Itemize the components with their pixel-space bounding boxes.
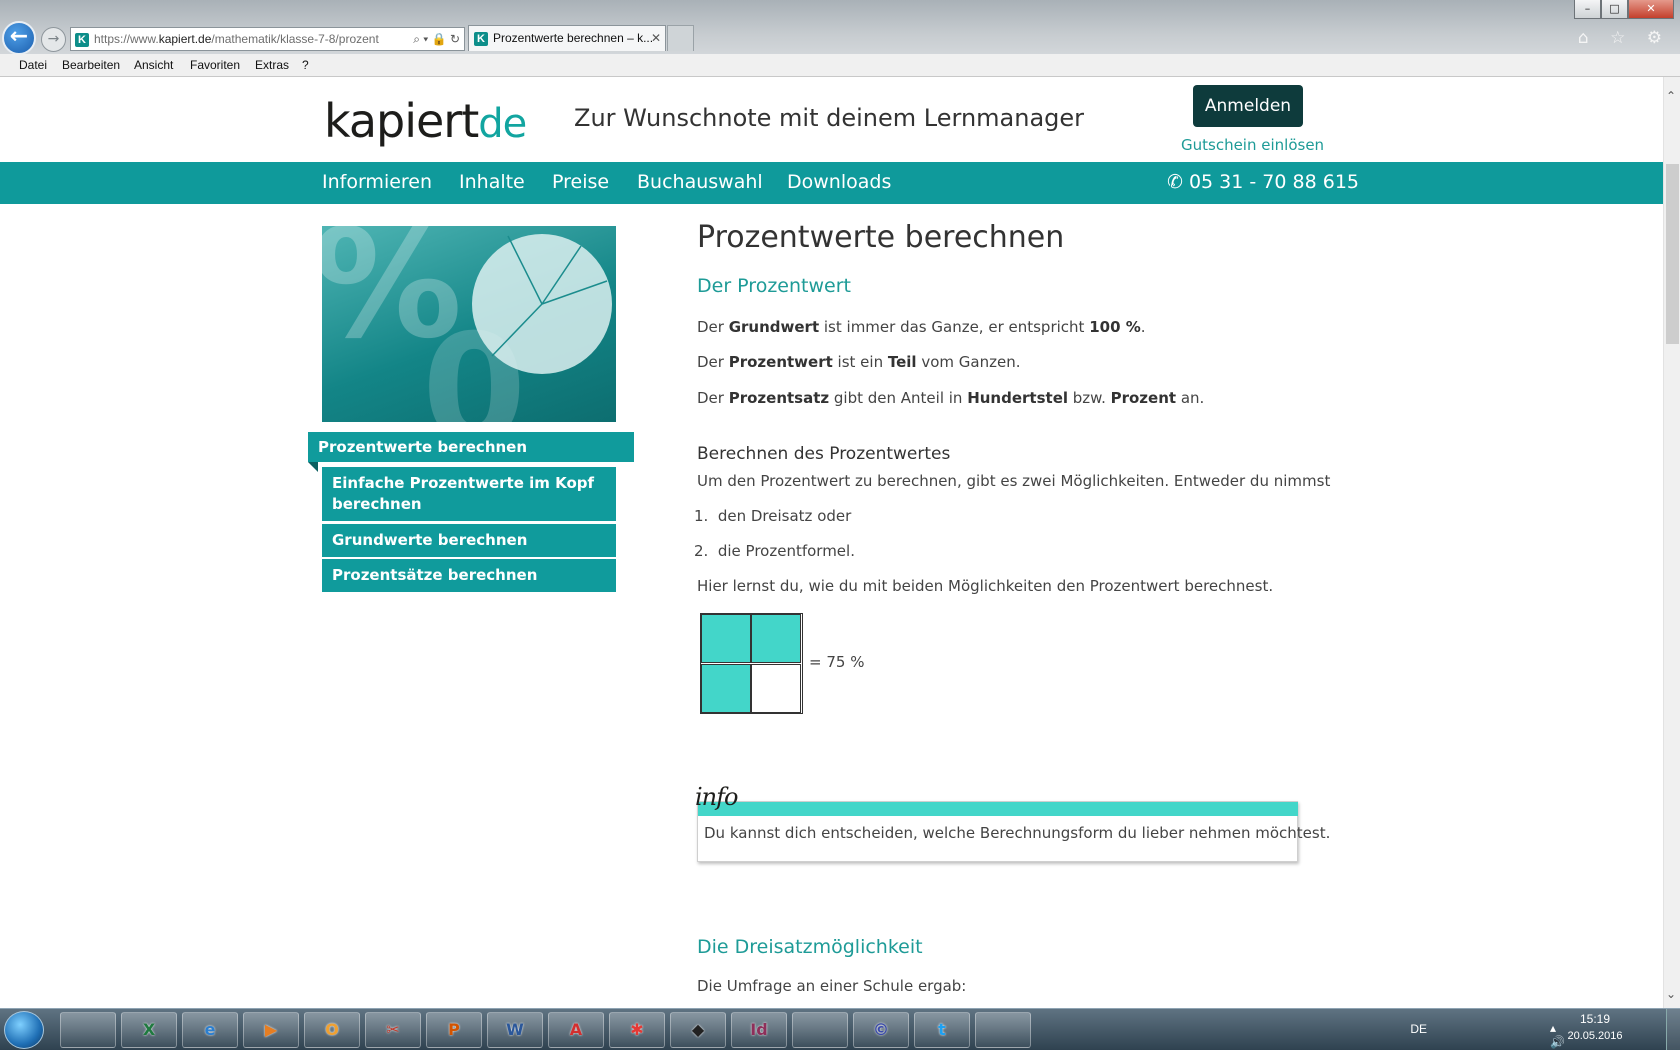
info-bar [698,802,1298,816]
percent-grid-75 [700,613,803,714]
excel-icon[interactable]: X [121,1012,177,1048]
back-button[interactable]: ← [2,21,36,55]
grid-cell-filled [751,614,801,663]
grid-cell-empty [751,664,801,713]
menu-help[interactable]: ? [302,58,309,72]
percent-pie-illustration: % 0 [322,226,612,422]
list-item: 1. den Dreisatz oder [694,507,852,525]
hero-image: % 0 [322,226,616,422]
scroll-up-icon[interactable]: ⌃ [1666,89,1676,103]
twitter-icon[interactable]: t [914,1012,970,1048]
scroll-down-icon[interactable]: ⌄ [1666,987,1676,1001]
outlook-icon[interactable]: O [304,1012,360,1048]
menu-favoriten[interactable]: Favoriten [190,58,240,72]
logo-suffix: de [478,101,527,147]
phone-number[interactable]: ✆ 05 31 - 70 88 615 [1167,171,1359,193]
list-item: 2. die Prozentformel. [694,542,855,560]
page-title: Prozentwerte berechnen [697,220,1065,255]
site-favicon-icon: K [75,32,89,47]
folder-icon[interactable] [60,1012,116,1048]
section-heading-prozentwert: Der Prozentwert [697,275,851,297]
new-tab-button[interactable] [667,25,694,51]
app-icon[interactable]: © [853,1012,909,1048]
survey-text: Die Umfrage an einer Schule ergab: [697,977,967,995]
url-prefix: https://www. [94,32,159,46]
web-page: kapiertde Zur Wunschnote mit deinem Lern… [0,77,1663,1008]
sidebar-item-grundwerte[interactable]: Grundwerte berechnen [322,524,616,557]
clock-time[interactable]: 15:19 [1565,1012,1625,1026]
sidebar-item-kopf[interactable]: Einfache Prozentwerte im Kopf berechnen [322,467,616,521]
paragraph-prozentwert: Der Prozentwert ist ein Teil vom Ganzen. [697,353,1021,371]
forward-button[interactable]: → [41,27,66,52]
tab-title: Prozentwerte berechnen – k... [493,31,654,45]
close-button[interactable]: ✕ [1628,0,1674,19]
grid-label: = 75 % [809,653,865,671]
indesign-icon[interactable]: Id [731,1012,787,1048]
vertical-scrollbar[interactable]: ⌃ ⌄ [1663,77,1680,1008]
menu-datei[interactable]: Datei [19,58,47,72]
clock-date[interactable]: 20.05.2016 [1562,1030,1628,1042]
phone-text: 05 31 - 70 88 615 [1188,171,1359,193]
site-tagline: Zur Wunschnote mit deinem Lernmanager [574,104,1085,132]
menu-extras[interactable]: Extras [255,58,289,72]
firefox-icon[interactable] [792,1012,848,1048]
menu-bearbeiten[interactable]: Bearbeiten [62,58,120,72]
subheading-berechnen: Berechnen des Prozentwertes [697,444,951,464]
sidebar-item-prozentsaetze[interactable]: Prozentsätze berechnen [322,559,616,592]
scrollbar-thumb[interactable] [1666,164,1679,344]
nav-preise[interactable]: Preise [552,171,609,193]
home-favorites-settings-icons[interactable]: ⌂ ☆ ⚙ [1578,28,1670,48]
voucher-link[interactable]: Gutschein einlösen [1181,136,1324,154]
language-indicator[interactable]: DE [1410,1022,1427,1036]
acrobat-icon[interactable]: A [548,1012,604,1048]
learn-text: Hier lernst du, wie du mit beiden Möglic… [697,577,1274,595]
start-button[interactable] [4,1011,44,1049]
address-tools[interactable]: ⌕ ▾ 🔒 ↻ [410,28,460,50]
window-controls: – □ ✕ [1574,0,1674,19]
show-desktop-button[interactable] [1666,1009,1680,1050]
nav-inhalte[interactable]: Inhalte [459,171,525,193]
maximize-button[interactable]: □ [1601,0,1628,19]
menu-ansicht[interactable]: Ansicht [134,58,173,72]
nav-informieren[interactable]: Informieren [322,171,432,193]
section-heading-dreisatz: Die Dreisatzmöglichkeit [697,936,923,958]
snipping-icon[interactable]: ✂ [365,1012,421,1048]
browser-tab[interactable]: K Prozentwerte berechnen – k... ✕ [468,25,666,51]
url-domain: kapiert.de [158,32,212,46]
sidebar-active-item[interactable]: Prozentwerte berechnen [308,432,634,462]
info-logo: info [695,783,738,811]
logo-main: kapiert [324,94,479,148]
word-icon[interactable]: W [487,1012,543,1048]
tab-close-icon[interactable]: ✕ [651,26,661,50]
grid-cell-filled [701,664,751,713]
firefox-icon[interactable] [975,1012,1031,1048]
intro-text: Um den Prozentwert zu berechnen, gibt es… [697,472,1331,490]
url-path: /mathematik/klasse-7-8/prozent [211,32,379,46]
login-button[interactable]: Anmelden [1193,85,1303,127]
info-text: Du kannst dich entscheiden, welche Berec… [704,824,1331,842]
tab-favicon-icon: K [474,31,488,46]
site-logo[interactable]: kapiertde [324,94,527,148]
media-icon[interactable]: ▶ [243,1012,299,1048]
paint-icon[interactable]: ✱ [609,1012,665,1048]
address-bar[interactable]: Khttps://www.kapiert.de/mathematik/klass… [70,27,465,51]
phone-icon: ✆ [1167,171,1183,193]
paragraph-prozentsatz: Der Prozentsatz gibt den Anteil in Hunde… [697,389,1205,407]
ie-icon[interactable]: e [182,1012,238,1048]
powerpoint-icon[interactable]: P [426,1012,482,1048]
browser-chrome: – □ ✕ ← → Khttps://www.kapiert.de/mathem… [0,0,1680,77]
minimize-button[interactable]: – [1574,0,1601,19]
paragraph-grundwert: Der Grundwert ist immer das Ganze, er en… [697,318,1146,336]
app-icon[interactable]: ◆ [670,1012,726,1048]
main-navigation: Informieren Inhalte Preise Buchauswahl D… [0,162,1663,204]
menu-bar: Datei Bearbeiten Ansicht Favoriten Extra… [0,54,1680,77]
sidebar-notch [308,462,318,472]
taskbar: Xe▶O✂PWA✱◆Id©t DE ▴ 🔊 ⚐ 15:19 20.05.2016 [0,1008,1680,1050]
nav-buchauswahl[interactable]: Buchauswahl [637,171,763,193]
grid-cell-filled [701,614,751,663]
nav-downloads[interactable]: Downloads [787,171,891,193]
